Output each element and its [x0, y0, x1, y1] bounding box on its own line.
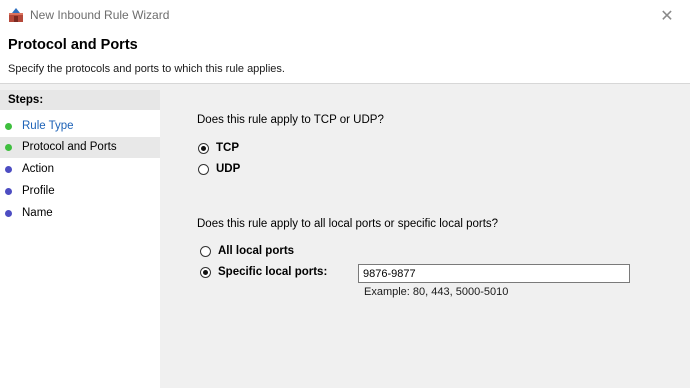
step-action[interactable]: Action	[0, 159, 160, 180]
step-label: Action	[22, 163, 54, 175]
close-icon: ✕	[660, 7, 674, 25]
tcp-label: TCP	[216, 142, 239, 154]
step-pending-icon	[5, 210, 12, 217]
firewall-app-icon	[9, 8, 23, 22]
step-complete-icon	[5, 144, 12, 151]
step-complete-icon	[5, 123, 12, 130]
main-panel: Does this rule apply to TCP or UDP? TCP …	[160, 90, 690, 388]
radio-selected-icon	[198, 142, 209, 154]
radio-selected-icon	[200, 266, 211, 278]
specific-ports-input[interactable]	[358, 264, 630, 283]
ports-example-hint: Example: 80, 443, 5000-5010	[364, 286, 509, 298]
step-label: Name	[22, 207, 53, 219]
close-button[interactable]: ✕	[644, 0, 690, 31]
radio-unselected-icon	[200, 245, 211, 257]
step-name[interactable]: Name	[0, 203, 160, 224]
step-profile[interactable]: Profile	[0, 181, 160, 202]
tcp-radio[interactable]: TCP	[198, 142, 239, 154]
step-label: Rule Type	[22, 120, 74, 132]
wizard-header: Protocol and Ports Specify the protocols…	[0, 31, 690, 84]
window-title: New Inbound Rule Wizard	[30, 8, 170, 22]
step-pending-icon	[5, 166, 12, 173]
radio-unselected-icon	[198, 163, 209, 175]
protocol-question: Does this rule apply to TCP or UDP?	[197, 114, 384, 126]
page-subtitle: Specify the protocols and ports to which…	[8, 63, 285, 75]
step-protocol-and-ports[interactable]: Protocol and Ports	[0, 137, 160, 158]
title-bar: New Inbound Rule Wizard ✕	[0, 0, 690, 31]
udp-label: UDP	[216, 163, 241, 175]
page-title: Protocol and Ports	[8, 37, 138, 53]
all-local-ports-radio[interactable]: All local ports	[200, 245, 294, 257]
step-rule-type[interactable]: Rule Type	[0, 116, 160, 137]
step-pending-icon	[5, 188, 12, 195]
specific-local-ports-label: Specific local ports:	[218, 266, 328, 278]
udp-radio[interactable]: UDP	[198, 163, 240, 175]
specific-local-ports-radio[interactable]: Specific local ports:	[200, 266, 327, 278]
all-local-ports-label: All local ports	[218, 245, 295, 257]
steps-label: Steps:	[0, 90, 160, 110]
step-label: Protocol and Ports	[22, 141, 117, 153]
steps-panel: Steps: Rule Type Protocol and Ports Acti…	[0, 90, 160, 388]
ports-question: Does this rule apply to all local ports …	[197, 218, 499, 230]
step-label: Profile	[22, 185, 55, 197]
